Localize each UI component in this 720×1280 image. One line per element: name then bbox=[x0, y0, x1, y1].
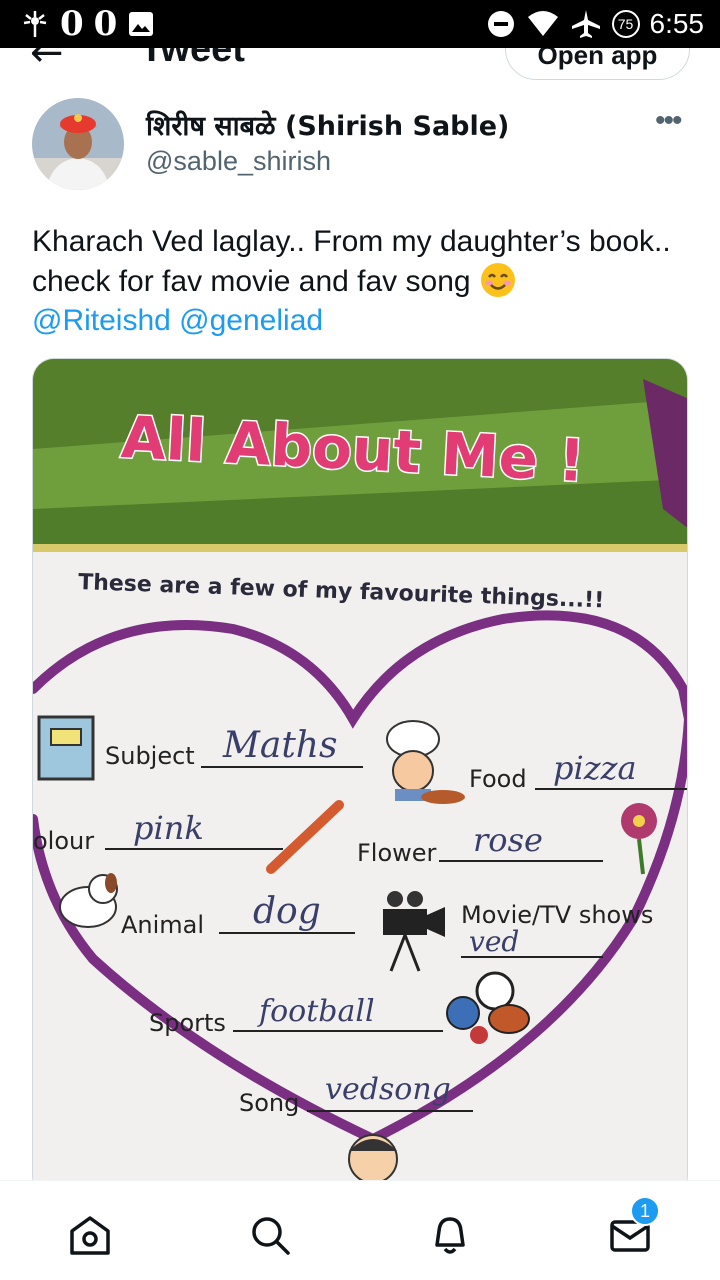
author-name[interactable]: शिरीष साबळे (Shirish Sable) bbox=[146, 106, 509, 143]
svg-text:dog: dog bbox=[253, 891, 321, 932]
svg-text:Sports: Sports bbox=[149, 1009, 226, 1037]
svg-text:rose: rose bbox=[473, 821, 543, 859]
svg-text:ved: ved bbox=[469, 925, 519, 958]
status-bar: 0 0 75 6:55 bbox=[0, 0, 720, 48]
back-arrow-icon[interactable]: ← bbox=[30, 48, 64, 76]
top-header: ← Tweet Open app bbox=[0, 48, 720, 88]
open-app-button[interactable]: Open app bbox=[505, 48, 690, 80]
home-icon[interactable] bbox=[66, 1211, 114, 1259]
svg-text:olour: olour bbox=[33, 827, 94, 855]
do-not-disturb-icon bbox=[487, 11, 514, 37]
airplane-icon bbox=[571, 10, 600, 38]
status-time: 6:55 bbox=[649, 8, 705, 39]
singer-kid-icon bbox=[348, 1134, 398, 1184]
tweet-text: Kharach Ved laglay.. From my daughter’s … bbox=[32, 222, 692, 340]
search-icon[interactable] bbox=[246, 1211, 294, 1259]
bottom-navigation bbox=[0, 1180, 720, 1280]
smiling-face-emoji-icon bbox=[480, 263, 515, 297]
status-glyph-2: 0 bbox=[93, 4, 118, 44]
battery-icon: 75 bbox=[611, 10, 640, 38]
svg-text:pizza: pizza bbox=[553, 749, 637, 787]
tweet-mentions[interactable]: @Riteishd @geneliad bbox=[32, 304, 323, 337]
tweet-photo[interactable]: All About Me ! These are a few of my fav… bbox=[32, 358, 688, 1198]
status-glyph-1: 0 bbox=[60, 4, 84, 44]
header-title: Tweet bbox=[140, 48, 245, 70]
svg-text:Song: Song bbox=[239, 1089, 299, 1117]
image-icon bbox=[129, 12, 154, 36]
svg-text:Flower: Flower bbox=[357, 839, 437, 867]
avatar[interactable] bbox=[32, 98, 124, 190]
more-options-icon[interactable]: ••• bbox=[655, 104, 682, 138]
svg-text:Subject: Subject bbox=[105, 742, 195, 770]
svg-text:Animal: Animal bbox=[121, 911, 204, 939]
tweet-body: Kharach Ved laglay.. From my daughter’s … bbox=[32, 225, 671, 298]
messages-badge: 1 bbox=[630, 1196, 660, 1226]
author-handle[interactable]: @sable_shirish bbox=[146, 146, 331, 177]
wifi-icon bbox=[527, 11, 558, 36]
svg-text:football: football bbox=[257, 994, 375, 1029]
svg-text:Maths: Maths bbox=[222, 725, 337, 766]
svg-text:Food: Food bbox=[469, 765, 527, 793]
sparkle-icon bbox=[23, 11, 47, 37]
svg-text:pink: pink bbox=[133, 809, 204, 847]
svg-text:vedsong: vedsong bbox=[325, 1072, 451, 1107]
notifications-icon[interactable] bbox=[426, 1211, 474, 1259]
